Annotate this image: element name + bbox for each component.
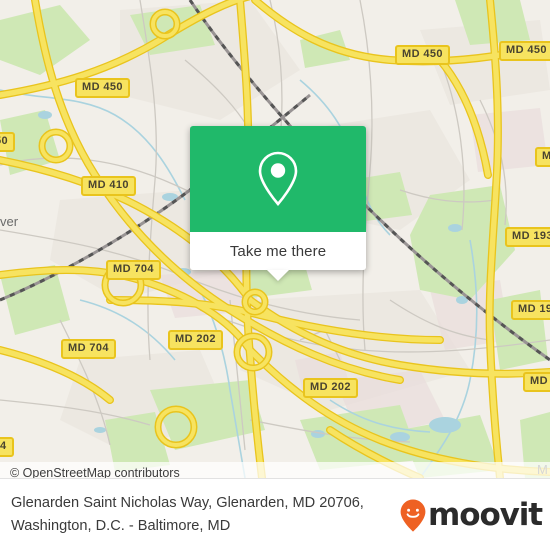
popup-icon-area	[190, 126, 366, 232]
take-me-there-button[interactable]: Take me there	[190, 232, 366, 281]
address-line-1: Glenarden Saint Nicholas Way, Glenarden,…	[11, 495, 364, 511]
map-shield: MD 202	[168, 330, 223, 350]
map-shield: MD 450	[395, 45, 450, 65]
map-shield: MD 202	[303, 378, 358, 398]
address-line-2: Washington, D.C. - Baltimore, MD	[11, 518, 231, 534]
footer-bar: Glenarden Saint Nicholas Way, Glenarden,…	[0, 478, 550, 550]
moovit-logo[interactable]: moovit	[400, 497, 543, 533]
map-shield: 4	[0, 437, 14, 457]
location-popup-card[interactable]: Take me there	[190, 126, 366, 281]
map-shield: MD 450	[75, 78, 130, 98]
location-pin-icon	[256, 150, 300, 208]
map-shield: MD 410	[81, 176, 136, 196]
take-me-there-label: Take me there	[229, 242, 327, 260]
map-shield: M	[535, 147, 550, 167]
map-shield: MD 193	[511, 300, 550, 320]
map-place-label: ver	[0, 214, 19, 229]
map-shield: 50	[0, 132, 16, 152]
moovit-pin-icon	[400, 499, 426, 532]
map-shield: MD 704	[61, 339, 116, 359]
popup-tail	[267, 270, 289, 281]
screenshot-root: MD 450 MD 450 MD 450 MD 410 MD 704 MD 70…	[0, 0, 550, 550]
map-shield: MD	[523, 372, 550, 392]
map-shield: MD 704	[106, 260, 161, 280]
address-block: Glenarden Saint Nicholas Way, Glenarden,…	[0, 492, 368, 538]
moovit-wordmark: moovit	[428, 497, 543, 533]
map-shield: MD 193	[505, 227, 550, 247]
map-shield: MD 450	[499, 41, 550, 61]
